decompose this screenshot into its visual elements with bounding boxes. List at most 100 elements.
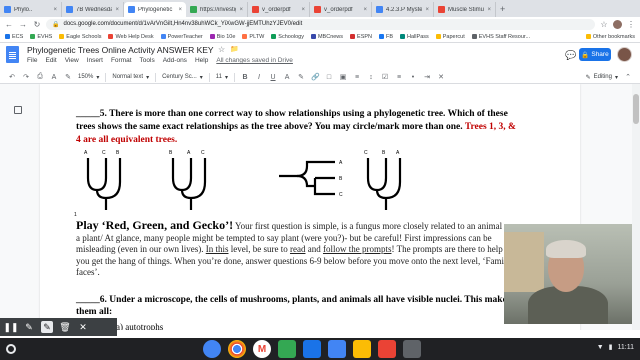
bookmark-item[interactable]: HallPass bbox=[400, 34, 429, 40]
numbered-list-icon[interactable]: ≡ bbox=[395, 74, 403, 81]
browser-tab[interactable]: Phylogenetic Tr...× bbox=[124, 2, 186, 17]
clear-format-icon[interactable]: ✕ bbox=[437, 73, 445, 81]
pause-icon[interactable]: ❚❚ bbox=[3, 321, 18, 333]
share-button[interactable]: 🔒 Share bbox=[579, 48, 611, 61]
tab-close-icon[interactable]: × bbox=[53, 7, 57, 13]
tab-close-icon[interactable]: × bbox=[363, 7, 367, 13]
address-bar[interactable]: 🔒 docs.google.com/document/d/1vArVnGilt,… bbox=[46, 18, 595, 30]
spellcheck-icon[interactable]: A bbox=[50, 74, 58, 81]
draw-icon[interactable]: ✎ bbox=[23, 321, 35, 333]
bookmark-item[interactable]: PLTW bbox=[242, 34, 264, 40]
terminal-icon[interactable] bbox=[403, 340, 421, 358]
scrollbar[interactable] bbox=[632, 84, 640, 330]
paint-format-icon[interactable]: ✎ bbox=[64, 73, 72, 81]
tab-close-icon[interactable]: × bbox=[425, 7, 429, 13]
bookmark-item[interactable]: EVHS bbox=[30, 34, 52, 40]
back-icon[interactable]: ← bbox=[4, 20, 14, 29]
browser-menu-icon[interactable]: ⋮ bbox=[626, 20, 636, 29]
pen-icon[interactable]: ✎ bbox=[41, 321, 53, 333]
insert-image-icon[interactable]: ▣ bbox=[339, 73, 347, 81]
highlight-icon[interactable]: ✎ bbox=[297, 73, 305, 81]
insert-comment-icon[interactable]: □ bbox=[325, 74, 333, 81]
tab-close-icon[interactable]: × bbox=[301, 7, 305, 13]
reload-icon[interactable]: ↻ bbox=[32, 20, 42, 29]
tab-close-icon[interactable]: × bbox=[115, 7, 119, 13]
launcher-icon[interactable] bbox=[6, 344, 16, 354]
bookmark-item[interactable]: Papercut bbox=[435, 34, 465, 40]
tab-close-icon[interactable]: × bbox=[487, 7, 491, 13]
print-icon[interactable]: ⎙ bbox=[36, 73, 44, 81]
bookmark-item[interactable]: Schoology bbox=[271, 34, 304, 40]
bold-icon[interactable]: B bbox=[241, 74, 249, 81]
style-select[interactable]: Normal text ▾ bbox=[112, 74, 149, 81]
other-bookmarks[interactable]: Other bookmarks bbox=[585, 34, 635, 40]
menu-item[interactable]: Format bbox=[111, 57, 132, 64]
new-tab-icon[interactable]: + bbox=[496, 2, 509, 17]
menu-item[interactable]: Help bbox=[195, 57, 208, 64]
bulleted-list-icon[interactable]: • bbox=[409, 74, 417, 81]
checklist-icon[interactable]: ☑ bbox=[381, 73, 389, 81]
chrome-icon[interactable] bbox=[228, 340, 246, 358]
drive-icon[interactable] bbox=[278, 340, 296, 358]
recorder-icon[interactable] bbox=[378, 340, 396, 358]
line-spacing-icon[interactable]: ↕ bbox=[367, 74, 375, 81]
document-title[interactable]: Phylogenetic Trees Online Activity ANSWE… bbox=[27, 45, 214, 55]
keep-icon[interactable] bbox=[353, 340, 371, 358]
browser-tab[interactable]: Muscle Stimulati× bbox=[434, 2, 496, 17]
bookmark-item[interactable]: EVHS Staff Resour... bbox=[471, 34, 530, 40]
tab-close-icon[interactable]: × bbox=[239, 7, 243, 13]
docs-logo-icon[interactable] bbox=[6, 46, 19, 63]
bookmark-item[interactable]: FB bbox=[379, 34, 393, 40]
menu-item[interactable]: Tools bbox=[140, 57, 155, 64]
underline-icon[interactable]: U bbox=[269, 74, 277, 81]
move-folder-icon[interactable]: 📁 bbox=[230, 45, 239, 53]
browser-tab[interactable]: https://investiga× bbox=[186, 2, 248, 17]
bookmark-star-icon[interactable]: ☆ bbox=[599, 20, 609, 29]
menu-item[interactable]: Add-ons bbox=[163, 57, 187, 64]
editing-mode-select[interactable]: ✎ Editing ▾ bbox=[586, 74, 618, 81]
profile-avatar[interactable] bbox=[613, 19, 622, 29]
bookmark-item[interactable]: PowerTeacher bbox=[160, 34, 203, 40]
docs-shelf-icon[interactable] bbox=[328, 340, 346, 358]
files-icon[interactable] bbox=[303, 340, 321, 358]
user-avatar[interactable] bbox=[617, 47, 632, 62]
font-select[interactable]: Century Sc... ▾ bbox=[162, 74, 203, 81]
italic-icon[interactable]: I bbox=[255, 74, 263, 81]
undo-icon[interactable]: ↶ bbox=[8, 73, 16, 81]
system-tray[interactable]: ▼ ▮ 11:11 bbox=[597, 343, 634, 352]
close-icon[interactable]: ✕ bbox=[77, 321, 89, 333]
outline-icon[interactable] bbox=[14, 106, 22, 114]
bookmark-item[interactable]: ESPN bbox=[350, 34, 372, 40]
menu-item[interactable]: Edit bbox=[45, 57, 56, 64]
font-size-select[interactable]: 11 ▾ bbox=[216, 74, 228, 81]
browser-tab[interactable]: 4.2.3.P Mystery× bbox=[372, 2, 434, 17]
menu-item[interactable]: Insert bbox=[87, 57, 103, 64]
docs-app-icon[interactable] bbox=[203, 340, 221, 358]
bookmark-item[interactable]: ECS bbox=[5, 34, 23, 40]
document-page[interactable]: _____5. There is more than one correct w… bbox=[40, 84, 580, 330]
gmail-icon[interactable]: M bbox=[253, 340, 271, 358]
bookmark-item[interactable]: Bio 10e bbox=[209, 34, 235, 40]
browser-tab[interactable]: Phylo.. × bbox=[0, 2, 62, 17]
comment-icon[interactable]: 💬 bbox=[565, 50, 576, 61]
star-icon[interactable]: ☆ bbox=[218, 45, 225, 54]
trash-icon[interactable]: 🗑 bbox=[59, 321, 71, 333]
scrollbar-thumb[interactable] bbox=[633, 94, 639, 124]
zoom-select[interactable]: 150% ▾ bbox=[78, 74, 99, 81]
align-icon[interactable]: ≡ bbox=[353, 74, 361, 81]
tab-close-icon[interactable]: × bbox=[178, 7, 182, 13]
menu-item[interactable]: View bbox=[65, 57, 79, 64]
forward-icon[interactable]: → bbox=[18, 20, 28, 29]
saved-status[interactable]: All changes saved in Drive bbox=[216, 57, 293, 64]
bookmark-item[interactable]: Web Help Desk bbox=[108, 34, 154, 40]
redo-icon[interactable]: ↷ bbox=[22, 73, 30, 81]
bookmark-item[interactable]: Eagle Schools bbox=[59, 34, 101, 40]
browser-tab[interactable]: v_orderpdf × bbox=[310, 2, 372, 17]
indent-icon[interactable]: ⇥ bbox=[423, 73, 431, 81]
browser-tab[interactable]: 7B Wednesday× bbox=[62, 2, 124, 17]
browser-tab[interactable]: v_orderpdf × bbox=[248, 2, 310, 17]
menu-item[interactable]: File bbox=[27, 57, 37, 64]
text-color-icon[interactable]: A bbox=[283, 74, 291, 81]
bookmark-item[interactable]: MBCnews bbox=[310, 34, 343, 40]
collapse-icon[interactable]: ⌃ bbox=[624, 73, 632, 81]
